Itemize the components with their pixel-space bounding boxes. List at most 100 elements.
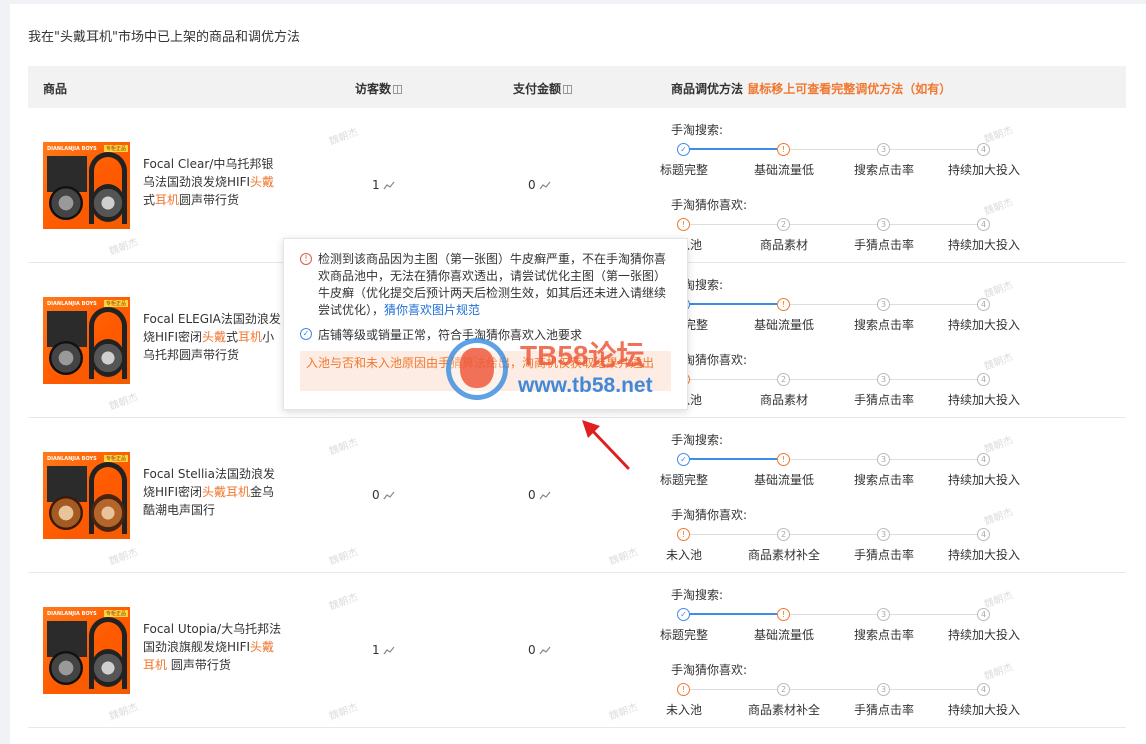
product-name[interactable]: Focal Stellia法国劲浪发烧HIFI密闭头戴耳机金乌酷潮电声国行 [143, 465, 285, 519]
step-label[interactable]: 持续加大投入 [948, 236, 1020, 253]
trend-icon[interactable] [539, 646, 551, 655]
visitors-value[interactable]: 0 [372, 488, 395, 502]
visitors-value[interactable]: 1 [372, 643, 395, 657]
product-name[interactable]: Focal Utopia/大乌托邦法国劲浪旗舰发烧HIFI头戴耳机 圆声带行货 [143, 620, 285, 674]
step-dot[interactable]: 4 [977, 683, 990, 696]
step-label[interactable]: 搜索点击率 [854, 471, 914, 488]
progress-track [684, 689, 977, 690]
step-label[interactable]: 持续加大投入 [948, 316, 1020, 333]
step-dot[interactable]: ! [677, 683, 690, 696]
step-dot[interactable]: 4 [977, 143, 990, 156]
trend-icon[interactable] [383, 181, 395, 190]
step-label[interactable]: 基础流量低 [754, 471, 814, 488]
step-dot[interactable]: 3 [877, 528, 890, 541]
step-label[interactable]: 搜索点击率 [854, 316, 914, 333]
step-dot[interactable]: 3 [877, 453, 890, 466]
step-dot[interactable]: ✓ [677, 453, 690, 466]
popup-ok: ✓ 店铺等级或销量正常，符合手淘猜你喜欢入池要求 [300, 327, 671, 343]
step-label[interactable]: 手猜点击率 [854, 391, 914, 408]
visitors-value[interactable]: 1 [372, 178, 395, 192]
step-dot[interactable]: 2 [777, 373, 790, 386]
step-dot[interactable]: ! [777, 298, 790, 311]
payment-value[interactable]: 0 [528, 178, 551, 192]
step-label[interactable]: 商品素材 [760, 391, 808, 408]
step-label[interactable]: 持续加大投入 [948, 471, 1020, 488]
step-label[interactable]: 商品素材补全 [748, 701, 820, 718]
step-number: 3 [880, 220, 887, 229]
step-dot[interactable]: 4 [977, 218, 990, 231]
step-label[interactable]: 未入池 [666, 546, 702, 563]
step-dot[interactable]: ! [777, 608, 790, 621]
step-dot[interactable]: ! [677, 528, 690, 541]
product-thumbnail[interactable]: DIANLANJIA BOYS 专柜正品 [43, 142, 130, 229]
popup-warning: ! 检测到该商品因为主图（第一张图）牛皮癣严重，不在手淘猜你喜欢商品池中，无法在… [300, 251, 671, 319]
step-dot[interactable]: 4 [977, 608, 990, 621]
step-label[interactable]: 手猜点击率 [854, 546, 914, 563]
trend-icon[interactable] [539, 181, 551, 190]
payment-value[interactable]: 0 [528, 643, 551, 657]
image-spec-link[interactable]: 猜你喜欢图片规范 [384, 303, 480, 317]
step-label[interactable]: 手猜点击率 [854, 236, 914, 253]
step-dot[interactable]: 4 [977, 373, 990, 386]
step-dot[interactable]: 4 [977, 528, 990, 541]
product-name-text: 式 [143, 193, 156, 207]
step-label[interactable]: 搜索点击率 [854, 626, 914, 643]
trend-icon[interactable] [539, 491, 551, 500]
step-label[interactable]: 持续加大投入 [948, 701, 1020, 718]
step-label[interactable]: 未入池 [666, 701, 702, 718]
visitors-number: 0 [372, 488, 380, 502]
step-label[interactable]: 持续加大投入 [948, 161, 1020, 178]
step-dot[interactable]: ! [677, 218, 690, 231]
header-product: 商品 [43, 82, 68, 96]
trend-icon[interactable] [383, 491, 395, 500]
step-label[interactable]: 商品素材补全 [748, 546, 820, 563]
payment-value[interactable]: 0 [528, 488, 551, 502]
watermark: 魏朝杰 [107, 392, 140, 413]
step-dot[interactable]: 3 [877, 373, 890, 386]
step-dot[interactable]: 2 [777, 218, 790, 231]
progress-track [684, 458, 777, 460]
step-label[interactable]: 持续加大投入 [948, 626, 1020, 643]
product-thumbnail[interactable]: DIANLANJIA BOYS 专柜正品 [43, 607, 130, 694]
table-row: DIANLANJIA BOYS 专柜正品 Focal Utopia/大乌托邦法国… [28, 573, 1126, 728]
step-dot[interactable]: 2 [777, 683, 790, 696]
product-name[interactable]: Focal ELEGIA法国劲浪发烧HIFI密闭头戴式耳机小乌托邦圆声带行货 [143, 310, 285, 364]
sort-icon[interactable] [563, 85, 573, 94]
step-dot[interactable]: 3 [877, 683, 890, 696]
step-label[interactable]: 标题完整 [660, 626, 708, 643]
header-visitors[interactable]: 访客数 [355, 80, 403, 97]
step-label[interactable]: 基础流量低 [754, 626, 814, 643]
step-label[interactable]: 持续加大投入 [948, 546, 1020, 563]
product-thumbnail[interactable]: DIANLANJIA BOYS 专柜正品 [43, 297, 130, 384]
product-name[interactable]: Focal Clear/中乌托邦银乌法国劲浪发烧HIFI头戴式耳机圆声带行货 [143, 155, 285, 209]
step-dot[interactable]: 3 [877, 143, 890, 156]
step-label[interactable]: 持续加大投入 [948, 391, 1020, 408]
sort-icon[interactable] [393, 85, 403, 94]
step-dot[interactable]: ✓ [677, 608, 690, 621]
step-label[interactable]: 搜索点击率 [854, 161, 914, 178]
step-dot[interactable]: 4 [977, 453, 990, 466]
thumb-brand: DIANLANJIA BOYS [47, 611, 97, 617]
step-label[interactable]: 手猜点击率 [854, 701, 914, 718]
step-dot[interactable]: 3 [877, 298, 890, 311]
panel-title: 我在"头戴耳机"市场中已上架的商品和调优方法 [28, 30, 300, 45]
product-thumbnail[interactable]: DIANLANJIA BOYS 专柜正品 [43, 452, 130, 539]
trend-icon[interactable] [383, 646, 395, 655]
step-dot[interactable]: 3 [877, 218, 890, 231]
thumb-tag: 专柜正品 [103, 300, 128, 307]
step-dot[interactable]: 4 [977, 298, 990, 311]
watermark: 魏朝杰 [107, 702, 140, 723]
step-dot[interactable]: ! [777, 143, 790, 156]
step-dot[interactable]: 2 [777, 528, 790, 541]
header-payment[interactable]: 支付金额 [513, 80, 573, 97]
step-label[interactable]: 商品素材 [760, 236, 808, 253]
step-dot[interactable]: ! [777, 453, 790, 466]
step-label[interactable]: 标题完整 [660, 471, 708, 488]
step-label[interactable]: 基础流量低 [754, 316, 814, 333]
step-number: 3 [880, 455, 887, 464]
step-dot[interactable]: 3 [877, 608, 890, 621]
step-label[interactable]: 标题完整 [660, 161, 708, 178]
step-dot[interactable]: ✓ [677, 143, 690, 156]
watermark: 魏朝杰 [107, 547, 140, 568]
step-label[interactable]: 基础流量低 [754, 161, 814, 178]
